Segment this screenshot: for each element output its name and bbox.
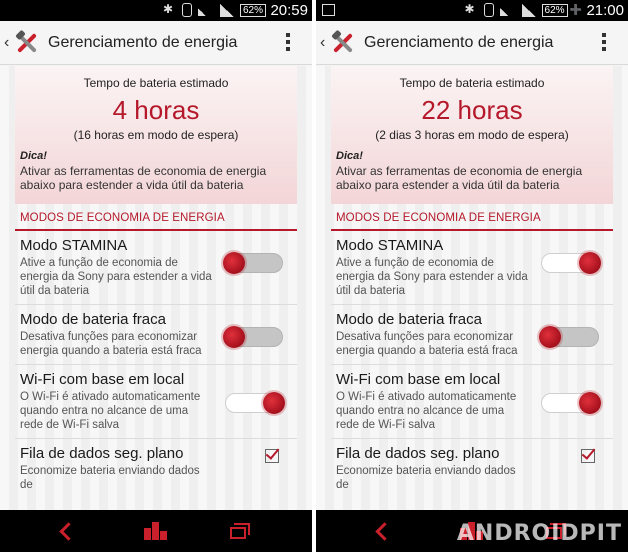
watermark: ANDROIDPIT xyxy=(456,521,622,546)
setting-description: Economize bateria enviando dados de xyxy=(20,465,200,491)
tip-title: Dica! xyxy=(20,150,47,162)
toggle-knob xyxy=(223,326,245,348)
battery-summary: Tempo de bateria estimado 22 horas (2 di… xyxy=(331,66,613,204)
section-header: MODOS DE ECONOMIA DE ENERGIA xyxy=(331,212,613,231)
setting-description: Economize bateria enviando dados de xyxy=(336,465,516,491)
action-bar: ‹ Gerenciamento de energia xyxy=(316,21,628,65)
setting-description: O Wi-Fi é ativado automaticamente quando… xyxy=(336,391,517,431)
content-area[interactable]: Tempo de bateria estimado 4 horas (16 ho… xyxy=(0,66,312,510)
estimate-value: 4 horas xyxy=(112,95,200,125)
bluetooth-icon xyxy=(464,2,478,17)
setting-title: Modo STAMINA xyxy=(336,237,444,254)
location-wifi-toggle[interactable] xyxy=(225,392,285,414)
setting-title: Wi-Fi com base em local xyxy=(336,371,501,388)
setting-background-data[interactable]: Fila de dados seg. plano Economize bater… xyxy=(331,439,613,498)
action-bar: ‹ Gerenciamento de energia xyxy=(0,21,312,65)
toggle-knob xyxy=(579,392,601,414)
battery-summary: Tempo de bateria estimado 4 horas (16 ho… xyxy=(15,66,297,204)
background-data-checkbox[interactable] xyxy=(581,449,595,463)
setting-title: Modo de bateria fraca xyxy=(20,311,166,328)
location-wifi-toggle[interactable] xyxy=(541,392,601,414)
status-bar: 62% ➕ 21:00 xyxy=(316,0,628,21)
setting-stamina[interactable]: Modo STAMINA Ative a função de economia … xyxy=(15,231,297,305)
setting-title: Wi-Fi com base em local xyxy=(20,371,185,388)
up-chevron-icon[interactable]: ‹ xyxy=(320,34,328,52)
tip-text: Ativar as ferramentas de economia de ene… xyxy=(336,164,583,192)
toggle-knob xyxy=(223,252,245,274)
setting-title: Fila de dados seg. plano xyxy=(336,445,500,462)
up-chevron-icon[interactable]: ‹ xyxy=(4,34,12,52)
setting-description: Desativa funções para economizar energia… xyxy=(20,331,202,357)
stamina-toggle[interactable] xyxy=(223,252,283,274)
charging-icon: ➕ xyxy=(569,4,582,16)
tools-icon[interactable] xyxy=(330,29,356,56)
low-battery-toggle[interactable] xyxy=(223,326,283,348)
vibrate-icon xyxy=(483,3,494,17)
recent-apps-icon[interactable] xyxy=(230,523,250,539)
estimate-value: 22 horas xyxy=(421,95,523,125)
toggle-knob xyxy=(539,326,561,348)
navigation-bar xyxy=(0,510,312,552)
setting-description: Ative a função de economia de energia da… xyxy=(20,257,212,297)
home-icon[interactable] xyxy=(142,520,168,540)
screen-after: 62% ➕ 21:00 ‹ Gerenciamento de energia T… xyxy=(316,0,628,552)
battery-indicator: 62% xyxy=(239,3,266,17)
wifi-icon xyxy=(499,4,516,16)
estimate-label: Tempo de bateria estimado xyxy=(83,76,229,90)
navigation-bar: ANDROIDPIT xyxy=(316,510,628,552)
back-icon[interactable] xyxy=(58,522,72,540)
stamina-toggle[interactable] xyxy=(541,252,601,274)
picture-notification-icon xyxy=(322,4,335,16)
screen-before: 62% 20:59 ‹ Gerenciamento de energia Tem… xyxy=(0,0,312,552)
tip-text: Ativar as ferramentas de economia de ene… xyxy=(20,164,267,192)
toggle-knob xyxy=(263,392,285,414)
status-bar: 62% 20:59 xyxy=(0,0,312,21)
overflow-menu-icon[interactable] xyxy=(602,33,606,53)
status-time: 21:00 xyxy=(586,2,624,19)
app-title: Gerenciamento de energia xyxy=(364,33,554,51)
app-title: Gerenciamento de energia xyxy=(48,33,238,51)
standby-estimate: (16 horas em modo de espera) xyxy=(73,128,239,142)
setting-description: Desativa funções para economizar energia… xyxy=(336,331,518,357)
overflow-menu-icon[interactable] xyxy=(286,33,290,53)
section-header: MODOS DE ECONOMIA DE ENERGIA xyxy=(15,212,297,231)
setting-description: Ative a função de economia de energia da… xyxy=(336,257,528,297)
setting-title: Fila de dados seg. plano xyxy=(20,445,184,462)
vibrate-icon xyxy=(181,3,192,17)
status-time: 20:59 xyxy=(270,2,308,19)
bluetooth-icon xyxy=(162,2,176,17)
tip-title: Dica! xyxy=(336,150,363,162)
standby-estimate: (2 dias 3 horas em modo de espera) xyxy=(375,128,569,142)
setting-description: O Wi-Fi é ativado automaticamente quando… xyxy=(20,391,201,431)
signal-icon xyxy=(521,3,536,17)
toggle-knob xyxy=(579,252,601,274)
low-battery-toggle[interactable] xyxy=(539,326,599,348)
battery-indicator: 62% xyxy=(541,3,568,17)
content-area[interactable]: Tempo de bateria estimado 22 horas (2 di… xyxy=(316,66,628,510)
tools-icon[interactable] xyxy=(14,29,40,56)
estimate-label: Tempo de bateria estimado xyxy=(399,76,545,90)
signal-icon xyxy=(219,3,234,17)
setting-location-wifi[interactable]: Wi-Fi com base em local O Wi-Fi é ativad… xyxy=(15,365,297,439)
setting-low-battery[interactable]: Modo de bateria fraca Desativa funções p… xyxy=(331,305,613,365)
setting-location-wifi[interactable]: Wi-Fi com base em local O Wi-Fi é ativad… xyxy=(331,365,613,439)
wifi-icon xyxy=(197,4,214,16)
setting-low-battery[interactable]: Modo de bateria fraca Desativa funções p… xyxy=(15,305,297,365)
setting-title: Modo STAMINA xyxy=(20,237,128,254)
setting-stamina[interactable]: Modo STAMINA Ative a função de economia … xyxy=(331,231,613,305)
back-icon[interactable] xyxy=(374,522,388,540)
background-data-checkbox[interactable] xyxy=(265,449,279,463)
setting-background-data[interactable]: Fila de dados seg. plano Economize bater… xyxy=(15,439,297,498)
setting-title: Modo de bateria fraca xyxy=(336,311,482,328)
